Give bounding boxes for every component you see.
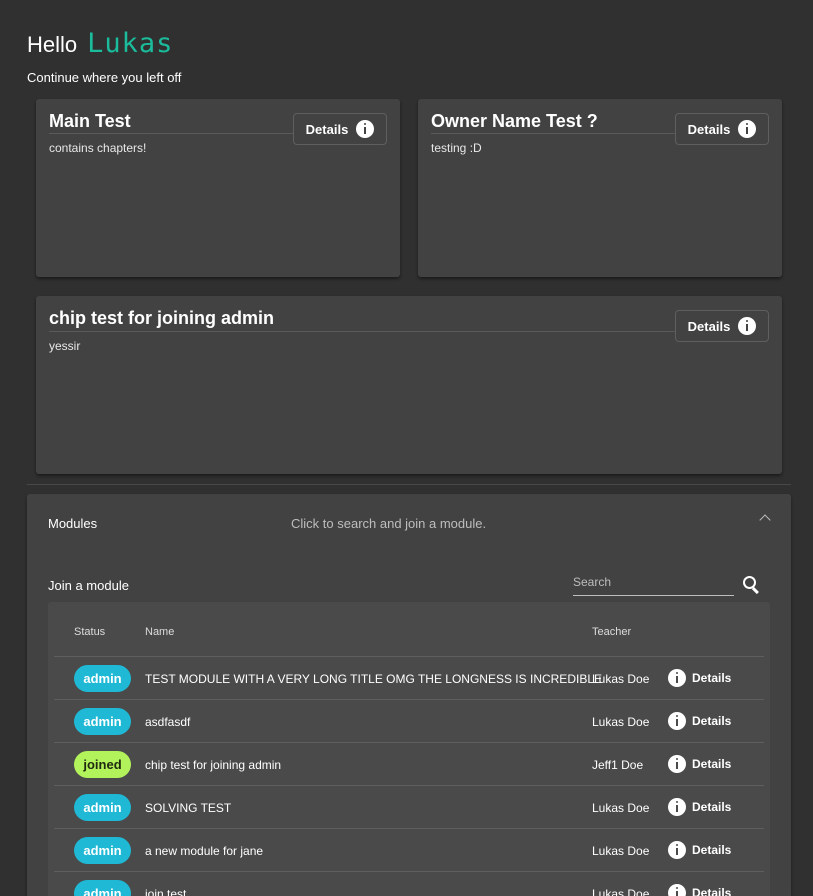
recent-card-main-test[interactable]: Main Test contains chapters! Details	[36, 99, 400, 277]
module-name: TEST MODULE WITH A VERY LONG TITLE OMG T…	[145, 672, 602, 686]
details-label: Details	[305, 121, 349, 137]
section-divider	[27, 484, 791, 485]
row-details-button[interactable]: Details	[668, 841, 731, 859]
panel-description[interactable]: Click to search and join a module.	[291, 516, 486, 531]
info-icon	[668, 755, 686, 773]
row-details-button[interactable]: Details	[668, 669, 731, 687]
status-chip: admin	[74, 837, 131, 864]
search-field	[573, 572, 734, 596]
modules-panel: Modules Click to search and join a modul…	[27, 494, 791, 896]
chevron-up-icon[interactable]	[759, 514, 771, 526]
status-chip: admin	[74, 880, 131, 896]
user-name: Lukas	[87, 28, 174, 59]
card-title: chip test for joining admin	[49, 308, 274, 328]
card-title: Main Test	[49, 111, 131, 131]
row-details-button[interactable]: Details	[668, 755, 731, 773]
join-module-label: Join a module	[48, 578, 129, 593]
row-details-label: Details	[692, 800, 732, 814]
module-name: SOLVING TEST	[145, 801, 232, 815]
details-button[interactable]: Details	[675, 113, 769, 145]
details-label: Details	[687, 121, 731, 137]
recent-card-chip-test[interactable]: chip test for joining admin yessir Detai…	[36, 296, 782, 474]
status-chip: joined	[74, 751, 131, 778]
row-details-label: Details	[692, 671, 732, 685]
row-details-label: Details	[692, 843, 732, 857]
greeting-hello: Hello	[27, 32, 78, 57]
module-name: asdfasdf	[145, 715, 191, 729]
row-details-button[interactable]: Details	[668, 712, 731, 730]
search-icon[interactable]	[743, 576, 761, 594]
row-details-button[interactable]: Details	[668, 884, 731, 896]
row-details-label: Details	[692, 714, 732, 728]
status-chip: admin	[74, 708, 131, 735]
module-name: join test	[145, 887, 187, 896]
details-label: Details	[687, 318, 731, 334]
card-description: testing :D	[431, 141, 482, 155]
status-chip: admin	[74, 794, 131, 821]
module-teacher: Lukas Doe	[592, 801, 650, 815]
info-icon	[668, 798, 686, 816]
module-teacher: Lukas Doe	[592, 844, 650, 858]
table-row[interactable]: admin a new module for jane Lukas Doe De…	[54, 828, 764, 872]
module-name: chip test for joining admin	[145, 758, 282, 772]
info-icon	[668, 669, 686, 687]
column-header-status: Status	[74, 626, 106, 638]
card-divider	[431, 133, 676, 134]
table-row[interactable]: admin join test Lukas Doe Details	[54, 871, 764, 896]
info-icon	[356, 120, 375, 138]
details-button[interactable]: Details	[675, 310, 769, 342]
card-divider	[49, 133, 294, 134]
greeting: Hello Lukas	[27, 28, 173, 59]
row-details-label: Details	[692, 757, 732, 771]
column-header-teacher: Teacher	[592, 626, 632, 638]
status-chip: admin	[74, 665, 131, 692]
column-header-name: Name	[145, 626, 175, 638]
info-icon	[668, 841, 686, 859]
panel-title[interactable]: Modules	[48, 516, 97, 531]
info-icon	[738, 317, 757, 335]
card-description: contains chapters!	[49, 141, 147, 155]
row-details-label: Details	[692, 886, 732, 896]
table-row[interactable]: admin SOLVING TEST Lukas Doe Details	[54, 785, 764, 829]
info-icon	[738, 120, 757, 138]
info-icon	[668, 712, 686, 730]
card-title: Owner Name Test ?	[431, 111, 598, 131]
card-divider	[49, 331, 676, 332]
info-icon	[668, 884, 686, 896]
details-button[interactable]: Details	[293, 113, 387, 145]
module-teacher: Jeff1 Doe	[592, 758, 644, 772]
module-teacher: Lukas Doe	[592, 672, 650, 686]
module-name: a new module for jane	[145, 844, 264, 858]
row-details-button[interactable]: Details	[668, 798, 731, 816]
module-teacher: Lukas Doe	[592, 715, 650, 729]
recent-card-owner-name-test[interactable]: Owner Name Test ? testing :D Details	[418, 99, 782, 277]
table-row[interactable]: admin TEST MODULE WITH A VERY LONG TITLE…	[54, 656, 764, 700]
modules-table: Status Name Teacher admin TEST MODULE WI…	[48, 602, 770, 896]
card-description: yessir	[49, 339, 81, 353]
module-teacher: Lukas Doe	[592, 887, 650, 896]
search-input[interactable]	[573, 572, 734, 592]
continue-label: Continue where you left off	[27, 70, 182, 85]
table-row[interactable]: joined chip test for joining admin Jeff1…	[54, 742, 764, 786]
table-row[interactable]: admin asdfasdf Lukas Doe Details	[54, 699, 764, 743]
